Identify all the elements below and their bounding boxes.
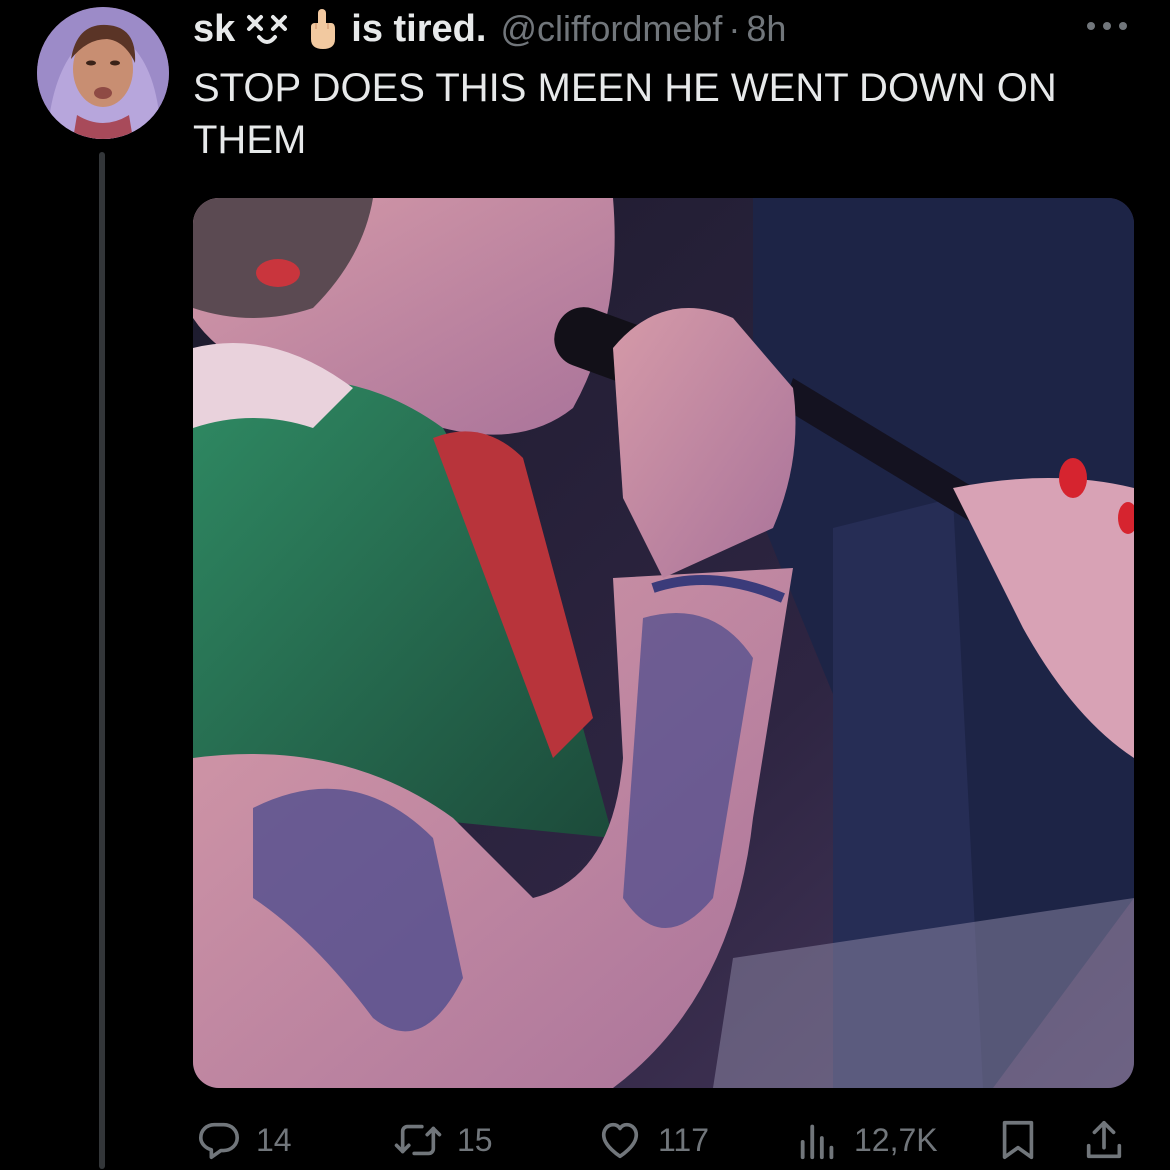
share-icon — [1082, 1117, 1126, 1163]
author-handle[interactable]: @cliffordmebf — [500, 8, 722, 50]
retweet-count: 15 — [457, 1121, 493, 1158]
like-button[interactable]: 117 — [596, 1110, 709, 1170]
author-avatar[interactable] — [37, 7, 169, 139]
reply-button[interactable]: 14 — [196, 1110, 292, 1170]
thread-line — [99, 152, 105, 1169]
views-button[interactable]: 12,7K — [796, 1110, 938, 1170]
more-dots-icon[interactable] — [1085, 18, 1129, 34]
retweet-icon — [393, 1117, 443, 1163]
heart-icon — [596, 1117, 644, 1163]
author-display-name[interactable]: sk is tired. — [193, 7, 486, 51]
avatar-image — [37, 7, 169, 139]
tweet-action-bar: 14 15 117 12,7K — [0, 1110, 1170, 1170]
bookmark-button[interactable] — [998, 1110, 1038, 1170]
header-separator: · — [728, 8, 741, 49]
tweet-photo[interactable] — [193, 198, 1134, 1088]
photo-image — [193, 198, 1134, 1088]
middle-finger-emoji-icon — [307, 7, 337, 51]
like-count: 117 — [658, 1121, 710, 1158]
reply-count: 14 — [256, 1121, 292, 1158]
views-count: 12,7K — [854, 1121, 938, 1158]
x-eyes-face-emoji-icon — [245, 9, 295, 49]
tweet-header: sk is tired. @cliffordmebf · 8h — [193, 4, 786, 54]
bookmark-icon — [998, 1117, 1038, 1163]
tweet-timestamp[interactable]: 8h — [746, 8, 786, 50]
retweet-button[interactable]: 15 — [393, 1110, 493, 1170]
views-icon — [796, 1117, 840, 1163]
tweet-text: STOP DOES THIS MEEN HE WENT DOWN ON THEM — [193, 66, 1057, 162]
reply-icon — [196, 1117, 242, 1163]
author-name-end: is tired. — [351, 7, 487, 50]
author-name-start: sk — [193, 7, 236, 50]
share-button[interactable] — [1082, 1110, 1126, 1170]
